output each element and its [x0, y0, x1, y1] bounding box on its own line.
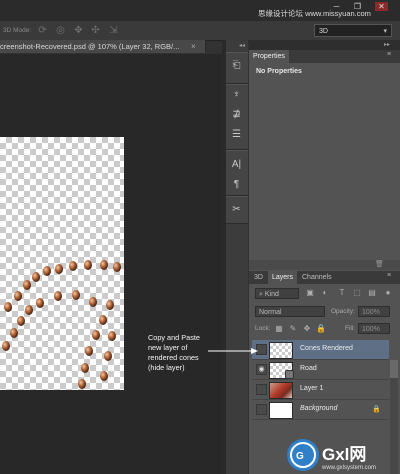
- layer-name: Road: [300, 365, 317, 372]
- layer-name: Background: [300, 405, 338, 412]
- opacity-label: Opacity:: [331, 308, 355, 315]
- lock-icon: 🔒: [372, 406, 381, 413]
- layer-row-cones-rendered[interactable]: Cones Rendered: [252, 340, 389, 360]
- logo-url: www.gxlsystem.com: [321, 465, 376, 471]
- lock-label: Lock:: [255, 325, 271, 332]
- lock-all-icon[interactable]: 🔒: [316, 324, 326, 334]
- workspace-select-value: 3D: [319, 28, 328, 35]
- scale-icon[interactable]: ⇲: [108, 25, 119, 36]
- type-filter-icon[interactable]: T: [337, 288, 347, 298]
- orbit-icon[interactable]: ⟳: [37, 25, 48, 36]
- filter-kind-select[interactable]: ⌕ Kind: [255, 288, 299, 299]
- layer-thumbnail: [269, 382, 293, 399]
- layer-comps-icon[interactable]: ☰: [229, 127, 244, 142]
- minimize-button[interactable]: ─: [330, 2, 343, 11]
- fill-value: 100%: [362, 326, 380, 333]
- layer-thumbnail: [269, 402, 293, 419]
- pan-icon[interactable]: ✥: [73, 25, 84, 36]
- opacity-field[interactable]: 100%: [358, 306, 390, 317]
- blend-mode-select[interactable]: Normal: [255, 306, 325, 317]
- shape-filter-icon[interactable]: ⬚: [352, 288, 362, 298]
- collapse-panels-icon[interactable]: ▸▸: [384, 41, 390, 48]
- panel-top-strip: ▸▸: [249, 40, 400, 50]
- tab-layers[interactable]: Layers: [268, 271, 298, 284]
- opacity-value: 100%: [362, 309, 380, 316]
- workspace-select[interactable]: 3D ▾: [314, 24, 392, 37]
- character-icon[interactable]: A|: [229, 157, 244, 172]
- chevron-down-icon: ▾: [383, 28, 387, 35]
- properties-footer: 🗑: [249, 260, 400, 270]
- site-logo: G Gxl网 www.gxlsystem.com: [287, 439, 376, 471]
- blend-mode-value: Normal: [259, 309, 282, 316]
- layer-name: Cones Rendered: [300, 345, 353, 352]
- tools-icon[interactable]: ✂: [229, 202, 244, 217]
- properties-panel-header: Properties ≡: [249, 50, 400, 63]
- adjustments-icon[interactable]: ⋣: [229, 107, 244, 122]
- layer-thumbnail: [269, 342, 293, 359]
- restore-button[interactable]: ❐: [351, 2, 364, 11]
- layers-panel-header: 3D Layers Channels ≡: [249, 271, 400, 284]
- panel-menu-icon[interactable]: ≡: [387, 51, 391, 58]
- collapse-icon[interactable]: ◂◂: [239, 42, 245, 49]
- filter-kind-value: Kind: [264, 291, 279, 298]
- 3d-mode-label: 3D Mode:: [3, 27, 32, 34]
- annotation-line: rendered cones: [148, 353, 199, 362]
- pixel-filter-icon[interactable]: ▣: [305, 288, 315, 298]
- roll-icon[interactable]: ◎: [55, 25, 66, 36]
- tab-channels[interactable]: Channels: [298, 271, 336, 284]
- fill-field[interactable]: 100%: [358, 323, 390, 334]
- no-properties-text: No Properties: [256, 68, 302, 75]
- logo-text: Gxl网: [322, 445, 366, 464]
- lock-pixels-icon[interactable]: ✎: [288, 324, 298, 334]
- annotation-line: Copy and Paste: [148, 333, 200, 342]
- document-tab[interactable]: creenshot-Recovered.psd @ 107% (Layer 32…: [0, 40, 206, 53]
- lock-position-icon[interactable]: ✥: [302, 324, 312, 334]
- trash-icon[interactable]: 🗑: [375, 260, 384, 268]
- layer-row-background[interactable]: Background 🔒: [252, 400, 389, 420]
- document-tab-title: creenshot-Recovered.psd @ 107% (Layer 32…: [0, 42, 180, 51]
- tab-3d[interactable]: 3D: [250, 271, 267, 284]
- layer-row-layer-1[interactable]: Layer 1: [252, 380, 389, 400]
- brush-icon[interactable]: ♆: [229, 87, 244, 102]
- history-icon[interactable]: ⎗: [229, 58, 244, 73]
- eye-icon[interactable]: ◉: [256, 364, 267, 375]
- visibility-toggle[interactable]: [256, 404, 267, 415]
- layers-scrollbar-thumb[interactable]: [390, 360, 398, 378]
- close-button[interactable]: ✕: [375, 2, 388, 11]
- properties-panel-body: [249, 64, 400, 260]
- annotation-arrow: [208, 348, 258, 354]
- layer-name: Layer 1: [300, 385, 324, 392]
- cones-artwork: [2, 260, 121, 389]
- adjustment-filter-icon[interactable]: ◐: [320, 288, 330, 298]
- lock-transparency-icon[interactable]: ▦: [274, 324, 284, 334]
- panel-menu-icon[interactable]: ≡: [387, 272, 391, 279]
- visibility-toggle[interactable]: [256, 384, 267, 395]
- annotation-line: (hide layer): [148, 363, 185, 372]
- filter-toggle-icon[interactable]: ●: [383, 288, 393, 298]
- smart-object-badge-icon: [285, 370, 294, 379]
- smart-object-filter-icon[interactable]: ▤: [367, 288, 377, 298]
- tab-properties[interactable]: Properties: [249, 50, 289, 63]
- fill-label: Fill:: [345, 325, 356, 332]
- document-close-button[interactable]: ×: [191, 40, 201, 53]
- paragraph-icon[interactable]: ¶: [229, 177, 244, 192]
- svg-text:G: G: [296, 451, 304, 462]
- slide-icon[interactable]: ✣: [90, 25, 101, 36]
- layer-row-road[interactable]: ◉ Road: [252, 360, 389, 380]
